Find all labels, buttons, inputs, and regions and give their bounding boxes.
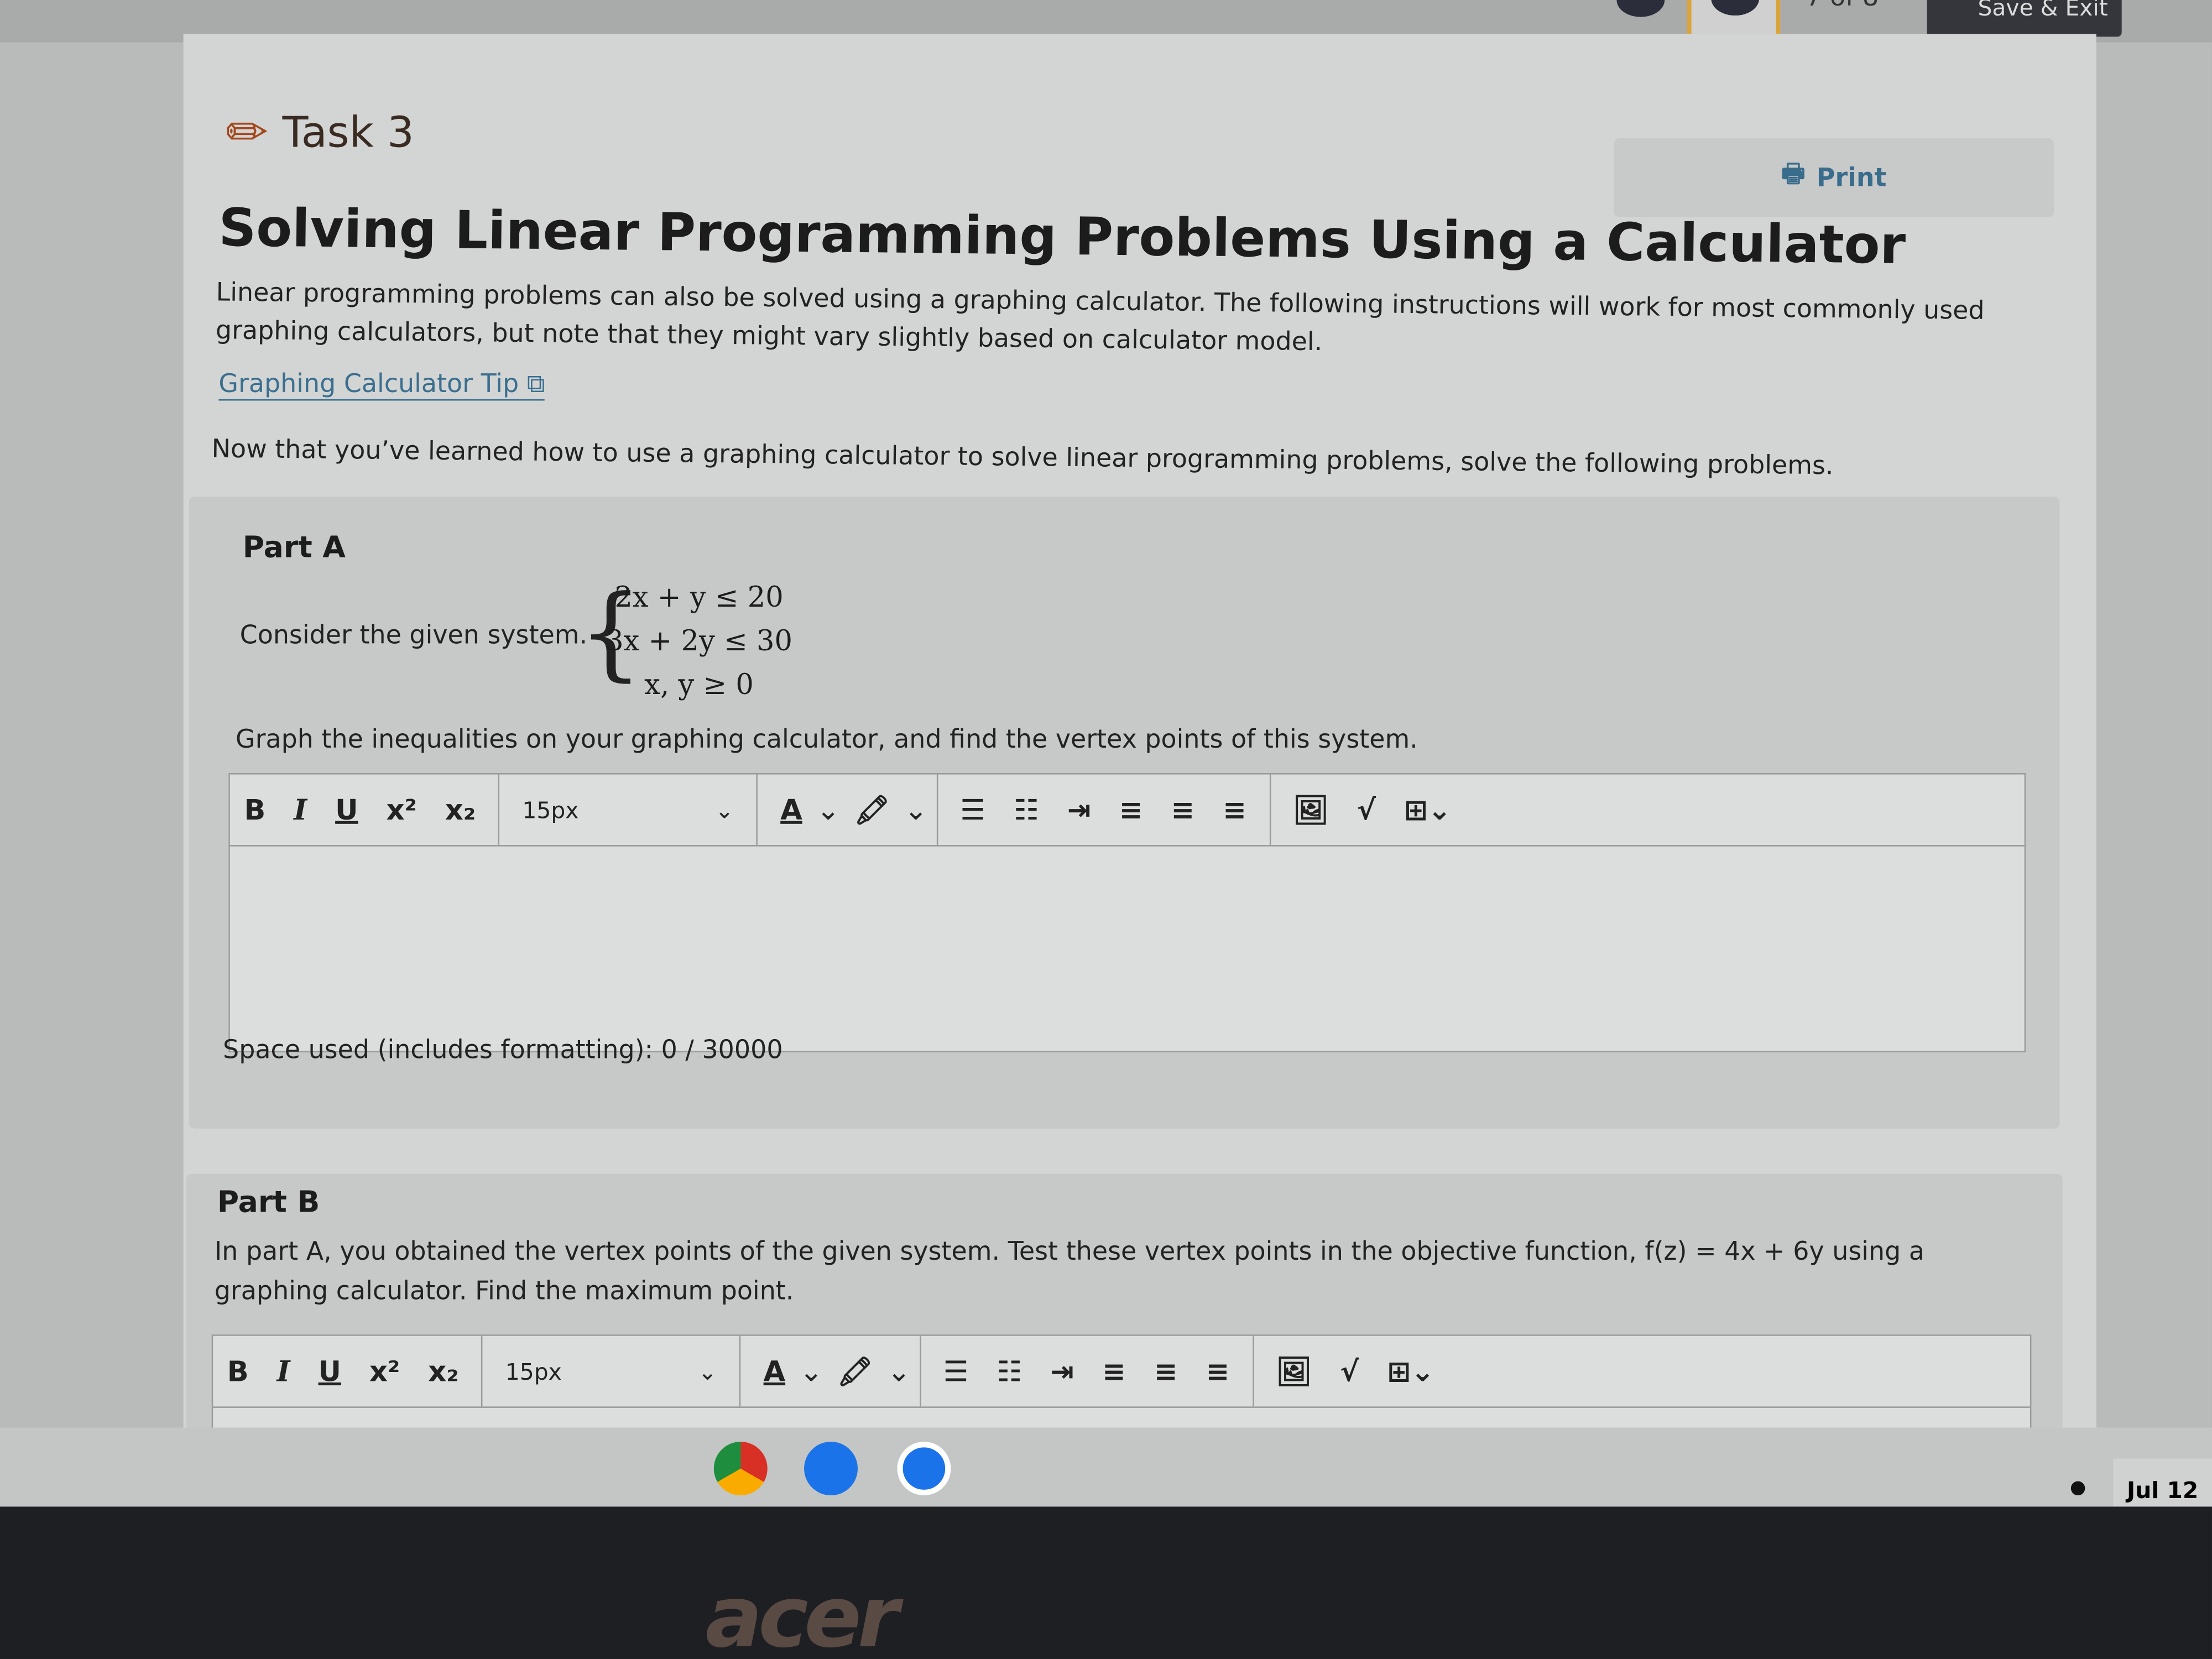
font-color-button[interactable]: A: [766, 793, 817, 827]
chevron-down-icon[interactable]: ⌄: [816, 793, 840, 827]
divider: [481, 1335, 483, 1407]
divider: [756, 774, 758, 846]
table-icon[interactable]: ⊞⌄: [1390, 793, 1465, 827]
superscript-button[interactable]: x²: [372, 793, 431, 827]
divider: [739, 1335, 741, 1407]
align-left-icon[interactable]: ≡: [1088, 1354, 1140, 1388]
calculator-tip-link[interactable]: Graphing Calculator Tip ⧉: [218, 369, 545, 401]
highlight-icon[interactable]: 🖍: [823, 1354, 887, 1388]
part-b-title: Part B: [217, 1185, 320, 1219]
external-link-icon: ⧉: [526, 369, 545, 399]
divider: [919, 1335, 921, 1407]
font-size-select[interactable]: 15px ⌄: [508, 796, 748, 823]
underline-button[interactable]: U: [304, 1354, 355, 1388]
font-size-value: 15px: [522, 796, 579, 823]
font-color-button[interactable]: A: [749, 1354, 800, 1388]
status-dot-icon: [2070, 1481, 2085, 1496]
numbered-list-icon[interactable]: ☷: [1000, 793, 1053, 827]
chevron-down-icon: ⌄: [698, 1358, 717, 1385]
align-center-icon[interactable]: ≡: [1157, 793, 1209, 827]
numbered-list-icon[interactable]: ☷: [983, 1354, 1036, 1388]
consider-text: Consider the given system.: [239, 620, 588, 651]
part-a-prompt: Graph the inequalities on your graphing …: [236, 725, 1418, 755]
acer-logo: acer: [705, 1568, 899, 1659]
subscript-button[interactable]: x₂: [414, 1354, 473, 1388]
inequality-3: x, y ≥ 0: [644, 667, 754, 701]
save-exit-button[interactable]: Save & Exit: [1927, 0, 2122, 37]
indent-icon[interactable]: ⇥: [1053, 793, 1105, 827]
chevron-down-icon: ⌄: [714, 796, 734, 823]
inequality-2: 3x + 2y ≤ 30: [606, 623, 792, 658]
files-icon[interactable]: [804, 1442, 858, 1496]
tip-label: Graphing Calculator Tip: [218, 369, 519, 399]
align-right-icon[interactable]: ≡: [1209, 793, 1261, 827]
highlight-icon[interactable]: 🖍: [840, 793, 904, 827]
bullet-list-icon[interactable]: ☰: [929, 1354, 983, 1388]
pencil-icon: ✏: [226, 104, 269, 163]
image-icon[interactable]: 🖼: [1262, 1354, 1326, 1388]
space-used: Space used (includes formatting): 0 / 30…: [223, 1035, 783, 1066]
underline-button[interactable]: U: [321, 793, 372, 827]
bold-button[interactable]: B: [213, 1354, 263, 1388]
font-size-value: 15px: [505, 1358, 562, 1385]
part-b-prompt: In part A, you obtained the vertex point…: [214, 1237, 1925, 1307]
task-heading: ✏ Task 3: [226, 105, 414, 163]
equation-icon[interactable]: √: [1343, 793, 1390, 827]
align-left-icon[interactable]: ≡: [1105, 793, 1157, 827]
editor-toolbar: B I U x² x₂ 15px ⌄ A ⌄ 🖍 ⌄ ☰ ☷ ⇥ ≡ ≡ ≡ 🖼 √ …: [213, 1335, 2030, 1408]
camera-icon[interactable]: [897, 1442, 951, 1496]
task-label: Task 3: [282, 108, 414, 158]
page-indicator: 7 of 8: [1806, 0, 1879, 13]
print-button[interactable]: 🖶 Print: [1614, 138, 2054, 217]
previous-button[interactable]: [1616, 0, 1665, 17]
equation-icon[interactable]: √: [1326, 1354, 1373, 1388]
image-icon[interactable]: 🖼: [1279, 793, 1343, 827]
next-button[interactable]: [1711, 0, 1760, 16]
chevron-down-icon[interactable]: ⌄: [800, 1354, 823, 1388]
part-a-title: Part A: [242, 530, 346, 565]
taskbar: [0, 1427, 2212, 1507]
italic-button[interactable]: I: [280, 793, 321, 827]
divider: [1269, 774, 1271, 846]
bullet-list-icon[interactable]: ☰: [946, 793, 1000, 827]
screen: 7 of 8 Save & Exit ✏ Task 3 🖶Print Solvi…: [0, 0, 2212, 1659]
divider: [498, 774, 500, 846]
inequality-system: 2x + y ≤ 20 3x + 2y ≤ 30 x, y ≥ 0: [604, 576, 794, 707]
divider: [936, 774, 938, 846]
align-right-icon[interactable]: ≡: [1192, 1354, 1244, 1388]
chrome-icon[interactable]: [713, 1442, 768, 1496]
align-center-icon[interactable]: ≡: [1140, 1354, 1192, 1388]
inequality-1: 2x + y ≤ 20: [614, 580, 784, 614]
divider: [1252, 1335, 1254, 1407]
table-icon[interactable]: ⊞⌄: [1373, 1354, 1449, 1388]
part-a-editor[interactable]: B I U x² x₂ 15px ⌄ A ⌄ 🖍 ⌄ ☰ ☷ ⇥ ≡ ≡ ≡ 🖼 √ …: [228, 773, 2026, 1053]
part-b-editor[interactable]: B I U x² x₂ 15px ⌄ A ⌄ 🖍 ⌄ ☰ ☷ ⇥ ≡ ≡ ≡ 🖼 √ …: [211, 1334, 2032, 1436]
chevron-down-icon[interactable]: ⌄: [904, 793, 928, 827]
italic-button[interactable]: I: [263, 1354, 304, 1388]
indent-icon[interactable]: ⇥: [1036, 1354, 1088, 1388]
font-size-select[interactable]: 15px ⌄: [491, 1358, 731, 1384]
superscript-button[interactable]: x²: [355, 1354, 414, 1388]
laptop-bezel: [0, 1506, 2212, 1659]
chevron-down-icon[interactable]: ⌄: [887, 1354, 911, 1388]
subscript-button[interactable]: x₂: [431, 793, 489, 827]
editor-toolbar: B I U x² x₂ 15px ⌄ A ⌄ 🖍 ⌄ ☰ ☷ ⇥ ≡ ≡ ≡ 🖼 √ …: [229, 774, 2025, 847]
bold-button[interactable]: B: [230, 793, 280, 827]
print-label: Print: [1816, 163, 1887, 193]
printer-icon: 🖶: [1781, 159, 1806, 189]
